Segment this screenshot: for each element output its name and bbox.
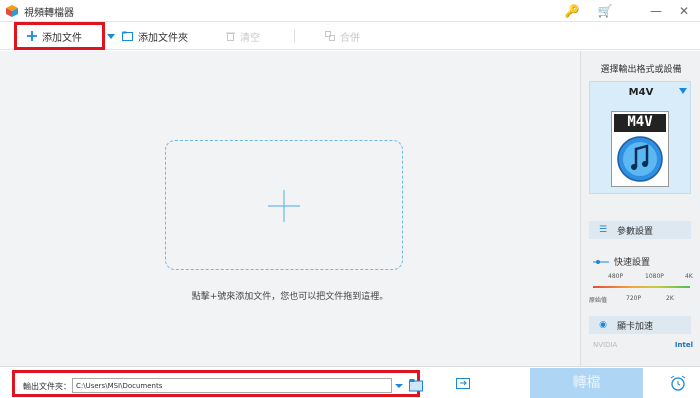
slider-tick-480p: 480P [608, 273, 624, 280]
params-settings-button[interactable]: ☰ 參數設置 [589, 221, 691, 239]
clear-button[interactable]: 清空 [226, 27, 260, 45]
output-folder-label: 輸出文件夾： [23, 382, 71, 391]
gpu-acceleration-label: 顯卡加速 [617, 321, 654, 332]
output-folder-highlight: 輸出文件夾： [12, 370, 423, 397]
plus-icon [27, 31, 37, 41]
format-heading: 選擇輸出格式或設備 [600, 65, 682, 75]
convert-button[interactable]: 轉檔 [530, 368, 643, 398]
slider-tick-1080p: 1080P [645, 273, 664, 280]
bottom-bar: 輸出文件夾： 轉檔 [0, 366, 700, 398]
output-folder-dropdown-icon[interactable] [392, 378, 406, 393]
output-settings-panel: 選擇輸出格式或設備 M4V M4V ☰ 參數設置 快速設置 480P 1080P… [580, 51, 700, 366]
close-button[interactable]: ✕ [675, 2, 693, 20]
chevron-down-icon [679, 88, 687, 94]
merge-button[interactable]: 合併 [325, 27, 360, 45]
title-bar: 視頻轉檔器 🔑 🛒 — ✕ [0, 0, 700, 22]
slider-tick-720p: 720P [626, 295, 642, 302]
merge-into-one-icon[interactable] [456, 376, 470, 390]
gpu-acceleration-button[interactable]: ◉ 顯卡加速 [589, 316, 691, 334]
add-folder-label: 添加文件夾 [138, 32, 188, 44]
trash-icon [226, 32, 235, 41]
drop-hint: 點擊+號來添加文件，您也可以把文件拖到這裡。 [191, 292, 389, 302]
app-title: 視頻轉檔器 [24, 8, 74, 19]
slider-icon [593, 259, 609, 264]
minimize-button[interactable]: — [647, 2, 665, 20]
plus-icon [268, 190, 300, 222]
intel-option[interactable]: Intel [675, 341, 693, 349]
output-folder-input[interactable] [72, 378, 392, 393]
gpu-icon: ◉ [599, 320, 607, 330]
clear-label: 清空 [240, 32, 260, 44]
gpu-vendor-list: NVIDIA Intel [593, 341, 693, 349]
key-icon[interactable]: 🔑 [563, 2, 581, 20]
slider-tick-original: 原始值 [589, 297, 608, 304]
add-file-label: 添加文件 [42, 32, 82, 44]
toolbar-divider [294, 29, 295, 43]
fast-settings-text: 快速設置 [614, 258, 651, 268]
format-selector[interactable]: M4V M4V [589, 81, 691, 194]
slider-tick-2k: 2K [666, 295, 674, 302]
format-name: M4V [628, 87, 654, 98]
slider-tick-4k: 4K [685, 273, 693, 280]
merge-icon [325, 31, 335, 41]
format-badge-text: M4V [627, 114, 653, 130]
folder-icon [122, 31, 133, 41]
nvidia-option[interactable]: NVIDIA [593, 341, 617, 349]
params-settings-label: 參數設置 [617, 226, 654, 237]
fast-settings-label: 快速設置 [593, 255, 650, 268]
add-file-dropzone[interactable] [165, 140, 403, 270]
toolbar: 添加文件 添加文件夾 清空 合併 [0, 22, 700, 50]
add-file-button[interactable]: 添加文件 [27, 27, 82, 45]
quality-slider[interactable] [593, 286, 690, 288]
settings-sliders-icon: ☰ [598, 225, 608, 235]
file-drop-area: 點擊+號來添加文件，您也可以把文件拖到這裡。 [0, 51, 580, 366]
add-file-dropdown-icon[interactable] [107, 34, 115, 39]
add-folder-button[interactable]: 添加文件夾 [122, 27, 188, 45]
cart-icon[interactable]: 🛒 [596, 2, 614, 20]
alarm-clock-icon[interactable] [670, 375, 686, 391]
app-logo-icon [6, 5, 18, 17]
browse-folder-icon[interactable] [409, 378, 423, 392]
merge-label: 合併 [340, 32, 360, 44]
